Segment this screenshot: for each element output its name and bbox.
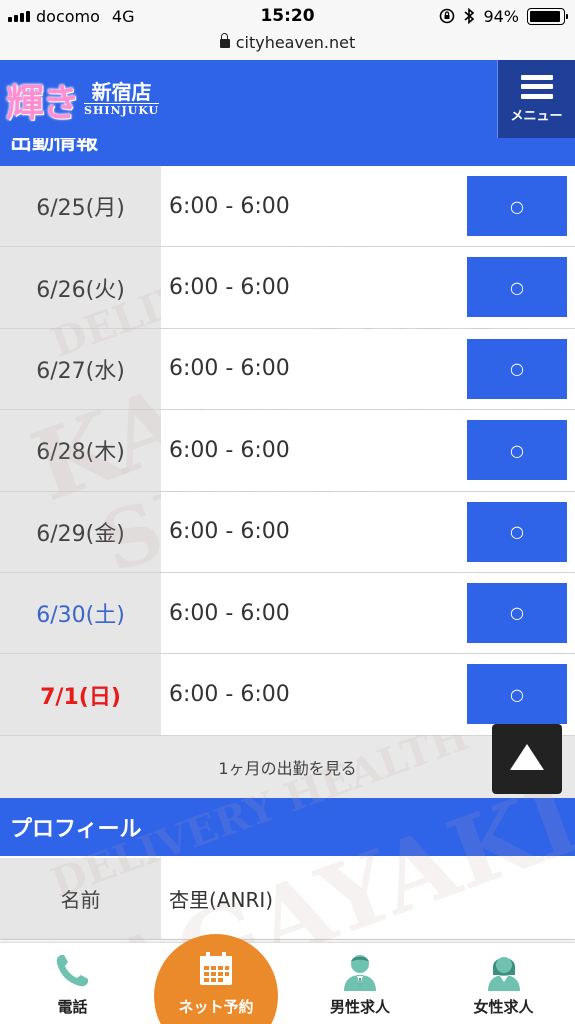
reserve-slot-button[interactable]: ○	[467, 501, 567, 562]
reserve-slot-button[interactable]: ○	[467, 582, 567, 643]
schedule-time: 6:00 - 6:00	[169, 356, 290, 382]
battery-icon	[527, 7, 568, 25]
schedule-date: 6/30(土)	[0, 572, 161, 654]
nav-male-jobs[interactable]: 男性求人	[290, 943, 430, 1024]
view-month-schedule-label: 1ヶ月の出勤を見る	[218, 759, 357, 778]
schedule-row: 6/25(月) 6:00 - 6:00 ○	[0, 166, 575, 248]
store-name: 新宿店	[91, 80, 152, 104]
hamburger-icon	[520, 74, 553, 99]
attendance-table: 6/25(月) 6:00 - 6:00 ○ 6/26(火) 6:00 - 6:00…	[0, 166, 575, 736]
schedule-date: 6/29(金)	[0, 491, 161, 572]
attendance-section-title: 出勤情報	[10, 138, 99, 155]
male-person-icon	[344, 955, 376, 991]
menu-label: メニュー	[510, 108, 563, 124]
nav-net-reservation-label: ネット予約	[178, 998, 254, 1016]
lock-icon	[219, 33, 230, 48]
schedule-date: 7/1(日)	[0, 654, 161, 735]
profile-row: 名前 杏里(ANRI)	[0, 858, 575, 940]
reserve-slot-button[interactable]: ○	[467, 176, 567, 236]
rotation-lock-icon	[440, 8, 455, 24]
reserve-slot-button[interactable]: ○	[467, 664, 567, 725]
address-bar[interactable]: cityheaven.net	[0, 32, 575, 60]
battery-percent: 94%	[483, 6, 519, 26]
attendance-section-header: 出勤情報	[0, 138, 575, 166]
schedule-date: 6/25(月)	[0, 166, 161, 247]
nav-phone[interactable]: 電話	[0, 943, 145, 1024]
schedule-time: 6:00 - 6:00	[169, 600, 290, 626]
site-logo[interactable]: 輝き 新宿店 SHINJUKU	[6, 72, 160, 127]
site-header: 輝き 新宿店 SHINJUKU メニュー	[0, 60, 575, 138]
schedule-date: 6/26(火)	[0, 247, 161, 328]
schedule-row: 6/30(土) 6:00 - 6:00 ○	[0, 572, 575, 655]
schedule-time: 6:00 - 6:00	[169, 275, 290, 301]
menu-button[interactable]: メニュー	[497, 60, 575, 138]
calendar-icon	[200, 952, 232, 985]
arrow-up-icon	[510, 744, 544, 770]
nav-female-jobs[interactable]: 女性求人	[432, 943, 575, 1024]
profile-label: 名前	[0, 858, 161, 939]
schedule-row: 6/28(木) 6:00 - 6:00 ○	[0, 410, 575, 492]
profile-value: 杏里(ANRI)	[161, 858, 575, 939]
schedule-date: 6/28(木)	[0, 410, 161, 491]
schedule-row: 7/1(日) 6:00 - 6:00 ○	[0, 654, 575, 736]
reserve-slot-button[interactable]: ○	[467, 338, 567, 399]
battery-level	[530, 10, 561, 22]
nav-phone-label: 電話	[57, 998, 88, 1016]
female-person-icon	[488, 957, 520, 991]
schedule-time: 6:00 - 6:00	[169, 682, 290, 708]
profile-section-title: プロフィール	[10, 817, 142, 842]
schedule-time: 6:00 - 6:00	[169, 519, 290, 545]
nav-male-jobs-label: 男性求人	[329, 998, 390, 1016]
reserve-slot-button[interactable]: ○	[467, 257, 567, 318]
profile-section-header: プロフィール	[0, 798, 575, 856]
url-text: cityheaven.net	[235, 33, 356, 52]
bottom-nav: 電話 男性求人 女性求人	[0, 942, 575, 1024]
bluetooth-icon	[464, 7, 475, 25]
nav-female-jobs-label: 女性求人	[473, 998, 534, 1016]
schedule-time: 6:00 - 6:00	[169, 437, 290, 463]
schedule-date: 6/27(水)	[0, 328, 161, 410]
schedule-time: 6:00 - 6:00	[169, 193, 290, 219]
status-bar: docomo 4G 15:20 94%	[0, 0, 575, 32]
logo-text: 輝き	[6, 80, 80, 125]
store-city: SHINJUKU	[84, 103, 160, 117]
scroll-top-button[interactable]	[492, 724, 562, 794]
schedule-row: 6/27(水) 6:00 - 6:00 ○	[0, 328, 575, 411]
schedule-row: 6/29(金) 6:00 - 6:00 ○	[0, 491, 575, 573]
phone-icon	[56, 955, 88, 987]
view-month-schedule-link[interactable]: 1ヶ月の出勤を見る	[0, 736, 575, 798]
schedule-row: 6/26(火) 6:00 - 6:00 ○	[0, 247, 575, 329]
reserve-slot-button[interactable]: ○	[467, 420, 567, 481]
